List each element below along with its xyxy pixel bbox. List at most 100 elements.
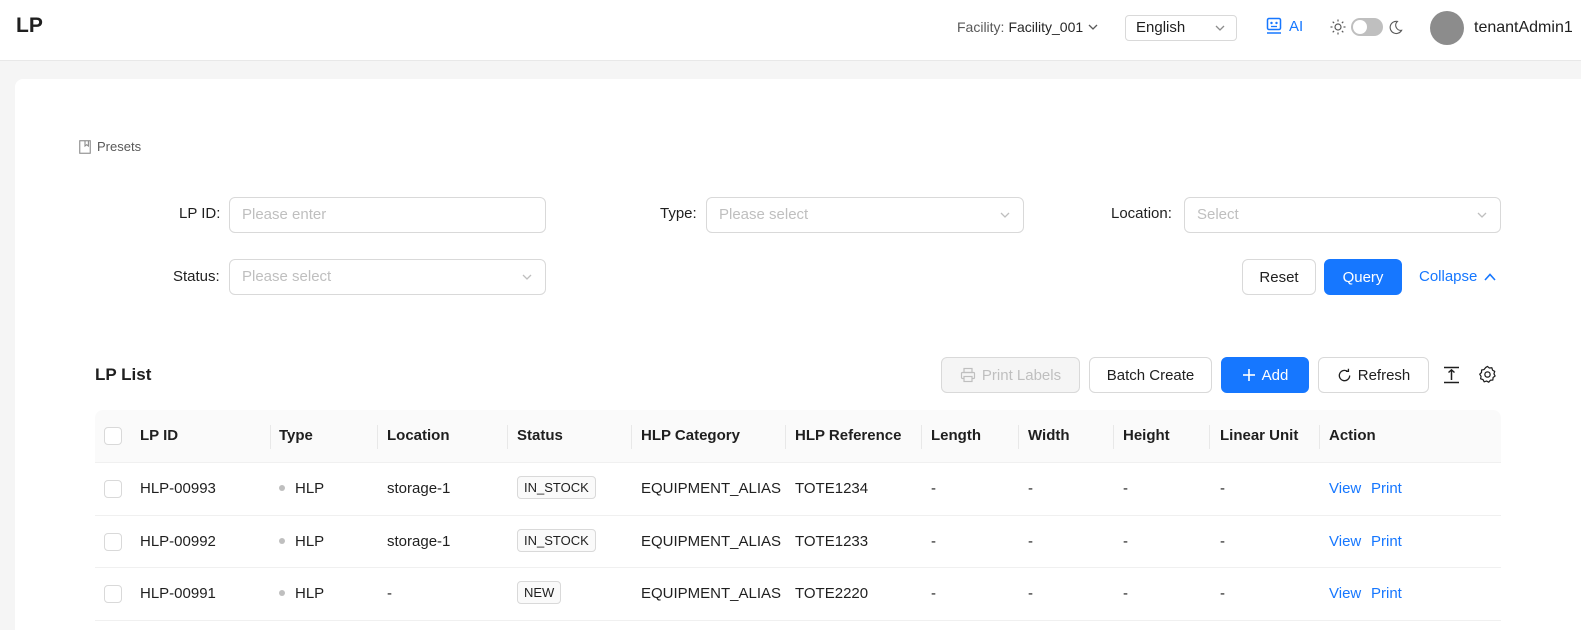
bookmark-icon xyxy=(79,139,91,154)
unit-cell: - xyxy=(1220,585,1225,602)
location-select[interactable]: Select xyxy=(1184,197,1501,233)
width-cell: - xyxy=(1028,532,1033,550)
location-cell: storage-1 xyxy=(387,532,451,550)
batch-create-button[interactable]: Batch Create xyxy=(1089,357,1212,393)
view-link[interactable]: View xyxy=(1329,533,1361,550)
row-checkbox[interactable] xyxy=(104,585,122,603)
column-divider xyxy=(921,425,922,449)
length-cell: - xyxy=(931,532,936,550)
unit-cell: - xyxy=(1220,480,1225,497)
refresh-button[interactable]: Refresh xyxy=(1318,357,1429,393)
view-link[interactable]: View xyxy=(1329,585,1361,602)
column-divider xyxy=(1113,425,1114,449)
length-cell: - xyxy=(931,585,936,602)
chevron-down-icon xyxy=(1000,212,1010,218)
reference-cell: TOTE1233 xyxy=(795,532,869,550)
settings-gear-icon[interactable] xyxy=(1478,365,1497,384)
type-cell: HLP xyxy=(279,480,324,497)
category-cell: EQUIPMENT_ALIAS xyxy=(641,480,782,497)
column-divider xyxy=(270,425,271,449)
table-row: HLP-00992 HLP storage-1 IN_STOCK EQUIPME… xyxy=(95,516,1501,568)
status-tag: NEW xyxy=(517,581,562,604)
theme-toggle[interactable] xyxy=(1330,18,1403,36)
length-cell: - xyxy=(931,480,936,497)
reset-button[interactable]: Reset xyxy=(1242,259,1316,295)
type-cell: HLP xyxy=(279,533,324,550)
column-divider xyxy=(1018,425,1019,449)
select-all-checkbox[interactable] xyxy=(104,427,122,445)
theme-switch[interactable] xyxy=(1351,18,1383,36)
collapse-button[interactable]: Collapse xyxy=(1419,268,1497,285)
chevron-down-icon xyxy=(522,274,532,280)
reference-cell: TOTE2220 xyxy=(795,585,869,602)
column-header[interactable]: Linear Unit xyxy=(1220,427,1298,444)
page-title: LP xyxy=(16,14,43,37)
chevron-down-icon xyxy=(1215,25,1225,31)
row-checkbox[interactable] xyxy=(104,532,122,551)
presets-button[interactable]: Presets xyxy=(79,139,141,154)
column-header[interactable]: Width xyxy=(1028,427,1070,444)
column-header[interactable]: Location xyxy=(387,427,450,444)
chevron-up-icon xyxy=(1484,272,1496,281)
lp-id-input[interactable]: Please enter xyxy=(229,197,546,233)
lp-id-cell: HLP-00991 xyxy=(140,585,216,602)
language-value: English xyxy=(1136,19,1186,36)
type-select[interactable]: Please select xyxy=(706,197,1024,233)
print-link[interactable]: Print xyxy=(1371,585,1402,602)
column-header[interactable]: Status xyxy=(517,427,563,444)
lp-id-label: LP ID: xyxy=(179,205,221,222)
status-dot xyxy=(279,485,285,492)
category-cell: EQUIPMENT_ALIAS xyxy=(641,585,782,602)
type-label: Type: xyxy=(660,205,697,222)
column-divider xyxy=(1319,425,1320,449)
username[interactable]: tenantAdmin1 xyxy=(1474,19,1573,37)
lp-id-cell: HLP-00992 xyxy=(140,532,216,550)
facility-selector[interactable]: Facility: Facility_001 xyxy=(957,19,1099,35)
table-row: HLP-00991 HLP - NEW EQUIPMENT_ALIAS TOTE… xyxy=(95,568,1501,621)
column-height-icon[interactable] xyxy=(1443,366,1460,384)
column-divider xyxy=(377,425,378,449)
robot-icon xyxy=(1266,17,1282,34)
add-button[interactable]: Add xyxy=(1221,357,1309,393)
status-dot xyxy=(279,590,285,597)
location-label: Location: xyxy=(1111,205,1172,222)
sun-icon xyxy=(1330,19,1346,35)
facility-value: Facility_001 xyxy=(1008,19,1084,35)
ai-label: AI xyxy=(1289,17,1304,35)
status-label: Status: xyxy=(173,268,220,285)
column-header[interactable]: LP ID xyxy=(140,427,178,444)
column-header: Action xyxy=(1329,427,1376,444)
unit-cell: - xyxy=(1220,532,1225,550)
column-header[interactable]: HLP Category xyxy=(641,427,740,444)
view-link[interactable]: View xyxy=(1329,480,1361,497)
status-select[interactable]: Please select xyxy=(229,259,546,295)
column-header[interactable]: Height xyxy=(1123,427,1170,444)
column-header[interactable]: Type xyxy=(279,427,313,444)
printer-icon xyxy=(960,367,975,383)
top-header: LP Facility: Facility_001 English AI ten… xyxy=(0,0,1581,61)
ai-assistant-button[interactable]: AI xyxy=(1266,17,1303,35)
location-cell: storage-1 xyxy=(387,480,451,497)
column-divider xyxy=(631,425,632,449)
column-header[interactable]: HLP Reference xyxy=(795,427,901,444)
refresh-icon xyxy=(1338,368,1351,381)
print-link[interactable]: Print xyxy=(1371,480,1402,497)
language-select[interactable]: English xyxy=(1125,15,1237,41)
column-divider xyxy=(1209,425,1210,449)
presets-label: Presets xyxy=(97,139,142,154)
status-tag: IN_STOCK xyxy=(517,528,596,552)
query-button[interactable]: Query xyxy=(1324,259,1402,295)
avatar[interactable] xyxy=(1430,11,1464,45)
row-checkbox[interactable] xyxy=(104,480,122,498)
refresh-label: Refresh xyxy=(1357,366,1411,384)
width-cell: - xyxy=(1028,480,1033,497)
chevron-down-icon xyxy=(1477,212,1487,218)
print-link[interactable]: Print xyxy=(1371,533,1402,550)
print-labels-button[interactable]: Print Labels xyxy=(941,357,1080,393)
reference-cell: TOTE1234 xyxy=(795,480,869,497)
plus-icon xyxy=(1242,369,1255,381)
lp-table: LP ID Type Location Status HLP Category … xyxy=(95,410,1501,621)
column-divider xyxy=(507,425,508,449)
column-header[interactable]: Length xyxy=(931,427,981,444)
add-label: Add xyxy=(1261,366,1289,384)
